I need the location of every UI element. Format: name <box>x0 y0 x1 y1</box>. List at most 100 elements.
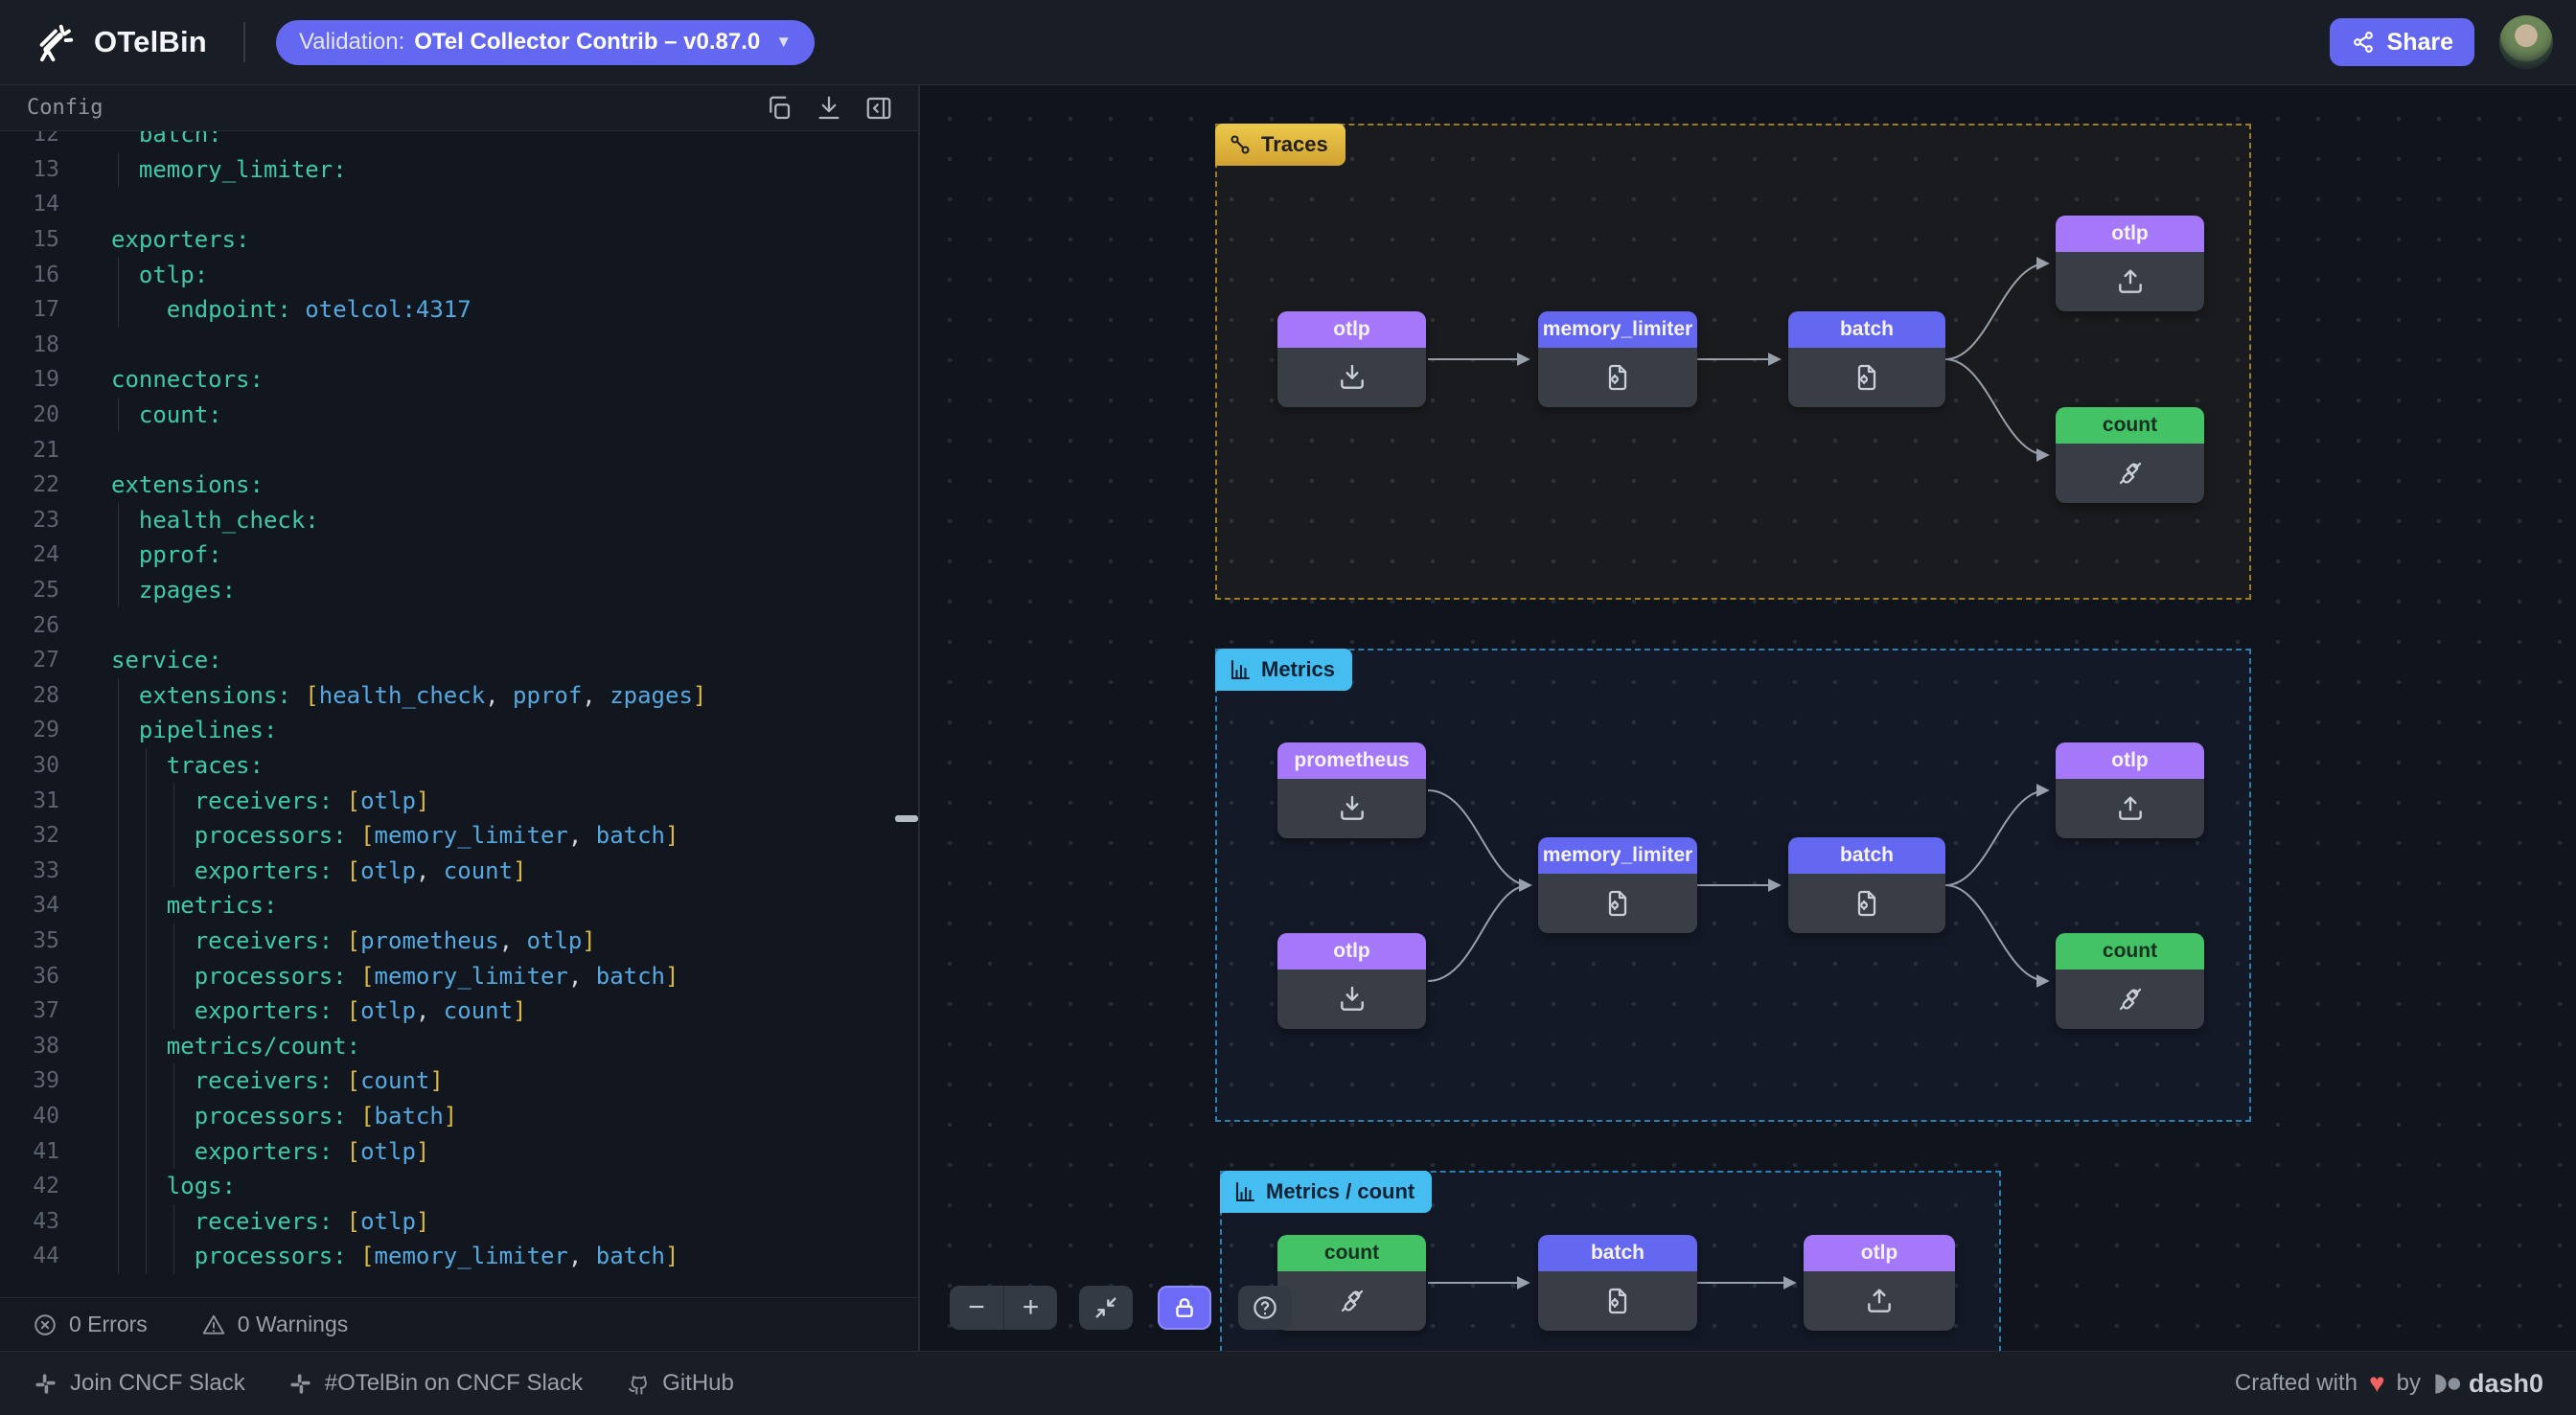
line-number: 12 <box>0 131 59 147</box>
node-metrics-batch[interactable]: batch <box>1788 837 1945 933</box>
node-metrics-memory-limiter[interactable]: memory_limiter <box>1538 837 1697 933</box>
fit-view-button[interactable] <box>1079 1286 1133 1330</box>
dash0-brand[interactable]: dash0 <box>2432 1369 2543 1399</box>
code-line: 37 exporters: [otlp, count] <box>0 993 918 1029</box>
line-number: 25 <box>0 578 59 603</box>
line-number: 16 <box>0 262 59 287</box>
validation-dropdown[interactable]: Validation: OTel Collector Contrib – v0.… <box>276 20 815 65</box>
line-number: 38 <box>0 1034 59 1059</box>
user-avatar[interactable] <box>2499 15 2553 69</box>
line-number: 35 <box>0 928 59 953</box>
node-traces-batch[interactable]: batch <box>1788 311 1945 407</box>
line-number: 37 <box>0 998 59 1023</box>
canvas-toolbar: − + <box>950 1286 1292 1330</box>
code-line: 34 metrics: <box>0 888 918 924</box>
pipeline-canvas[interactable]: Traces Metrics Metrics / count <box>920 85 2576 1351</box>
node-count-batch[interactable]: batch <box>1538 1235 1697 1331</box>
node-body <box>2056 252 2204 311</box>
indent-guide <box>118 257 119 327</box>
node-metrics-count-connector[interactable]: count <box>2056 933 2204 1029</box>
traces-badge-label: Traces <box>1261 132 1328 157</box>
node-metrics-prometheus-receiver[interactable]: prometheus <box>1277 742 1426 838</box>
node-count-otlp-exporter[interactable]: otlp <box>1804 1235 1955 1331</box>
copy-config-icon[interactable] <box>765 94 794 123</box>
node-traces-count-connector[interactable]: count <box>2056 407 2204 503</box>
line-number: 17 <box>0 297 59 322</box>
code-line: 17 endpoint: otelcol:4317 <box>0 292 918 328</box>
receiver-icon <box>1337 362 1368 393</box>
help-icon <box>1251 1293 1279 1322</box>
warning-icon <box>201 1312 226 1337</box>
traces-badge: Traces <box>1215 124 1346 166</box>
share-button[interactable]: Share <box>2330 18 2474 66</box>
metrics-pipeline-group: Metrics <box>1215 649 2251 1122</box>
share-icon <box>2351 30 2376 55</box>
line-number: 22 <box>0 472 59 497</box>
exporter-icon <box>2115 793 2146 824</box>
slack-icon <box>288 1371 313 1397</box>
collapse-panel-icon[interactable] <box>864 94 893 123</box>
node-label: count <box>2056 407 2204 444</box>
node-body <box>1538 874 1697 933</box>
line-number: 36 <box>0 964 59 989</box>
bar-chart-icon <box>1233 1180 1256 1203</box>
node-traces-memory-limiter[interactable]: memory_limiter <box>1538 311 1697 407</box>
code-line: 31 receivers: [otlp] <box>0 783 918 818</box>
validation-status-bar: 0 Errors 0 Warnings <box>0 1297 918 1351</box>
node-traces-otlp-exporter[interactable]: otlp <box>2056 216 2204 311</box>
panel-resize-handle[interactable] <box>895 815 918 822</box>
metrics-count-badge: Metrics / count <box>1220 1171 1432 1213</box>
node-metrics-otlp-receiver[interactable]: otlp <box>1277 933 1426 1029</box>
line-number: 43 <box>0 1209 59 1234</box>
help-button[interactable] <box>1238 1286 1292 1330</box>
errors-status: 0 Errors <box>33 1312 148 1337</box>
processor-icon <box>1602 1286 1633 1316</box>
header-divider <box>243 22 245 62</box>
indent-guide <box>118 678 119 1274</box>
app-header: OTelBin Validation: OTel Collector Contr… <box>0 0 2576 85</box>
github-icon <box>625 1371 651 1397</box>
node-label: prometheus <box>1277 742 1426 779</box>
download-config-icon[interactable] <box>815 94 843 123</box>
warnings-status: 0 Warnings <box>201 1312 348 1337</box>
line-number: 19 <box>0 367 59 392</box>
line-number: 13 <box>0 157 59 182</box>
dash0-label: dash0 <box>2469 1369 2543 1399</box>
node-count-connector-receiver[interactable]: count <box>1277 1235 1426 1331</box>
connector-icon <box>1337 1286 1368 1316</box>
github-link[interactable]: GitHub <box>625 1370 734 1397</box>
code-line: 30 traces: <box>0 748 918 784</box>
code-line: 16 otlp: <box>0 257 918 292</box>
zoom-in-button[interactable]: + <box>1003 1286 1057 1330</box>
slack-icon <box>33 1371 58 1397</box>
code-line: 18 <box>0 328 918 363</box>
indent-guide <box>173 924 174 1029</box>
crafted-by-text: by <box>2397 1370 2421 1397</box>
metrics-badge-label: Metrics <box>1261 657 1335 682</box>
code-line: 23 health_check: <box>0 503 918 538</box>
node-metrics-otlp-exporter[interactable]: otlp <box>2056 742 2204 838</box>
line-number: 20 <box>0 402 59 427</box>
node-traces-otlp-receiver[interactable]: otlp <box>1277 311 1426 407</box>
lock-button[interactable] <box>1158 1286 1211 1330</box>
app-logo[interactable]: OTelBin <box>33 20 207 64</box>
otelbin-cncf-slack-link[interactable]: #OTelBin on CNCF Slack <box>288 1370 583 1397</box>
join-cncf-slack-link[interactable]: Join CNCF Slack <box>33 1370 245 1397</box>
processor-icon <box>1602 888 1633 919</box>
line-number: 29 <box>0 718 59 742</box>
node-label: batch <box>1788 837 1945 874</box>
app-footer: Join CNCF Slack #OTelBin on CNCF Slack G… <box>0 1351 2576 1415</box>
code-line: 41 exporters: [otlp] <box>0 1133 918 1169</box>
yaml-editor[interactable]: 12 batch:13 memory_limiter:1415exporters… <box>0 131 918 1377</box>
line-number: 28 <box>0 683 59 708</box>
warnings-count: 0 Warnings <box>238 1312 348 1337</box>
otelbin-logo-icon <box>33 20 77 64</box>
zoom-out-button[interactable]: − <box>950 1286 1003 1330</box>
app-name: OTelBin <box>94 25 207 59</box>
processor-icon <box>1602 362 1633 393</box>
metrics-badge: Metrics <box>1215 649 1352 691</box>
node-label: otlp <box>1804 1235 1955 1271</box>
heart-icon: ♥ <box>2369 1368 2385 1399</box>
code-line: 14 <box>0 187 918 222</box>
share-label: Share <box>2387 29 2453 57</box>
